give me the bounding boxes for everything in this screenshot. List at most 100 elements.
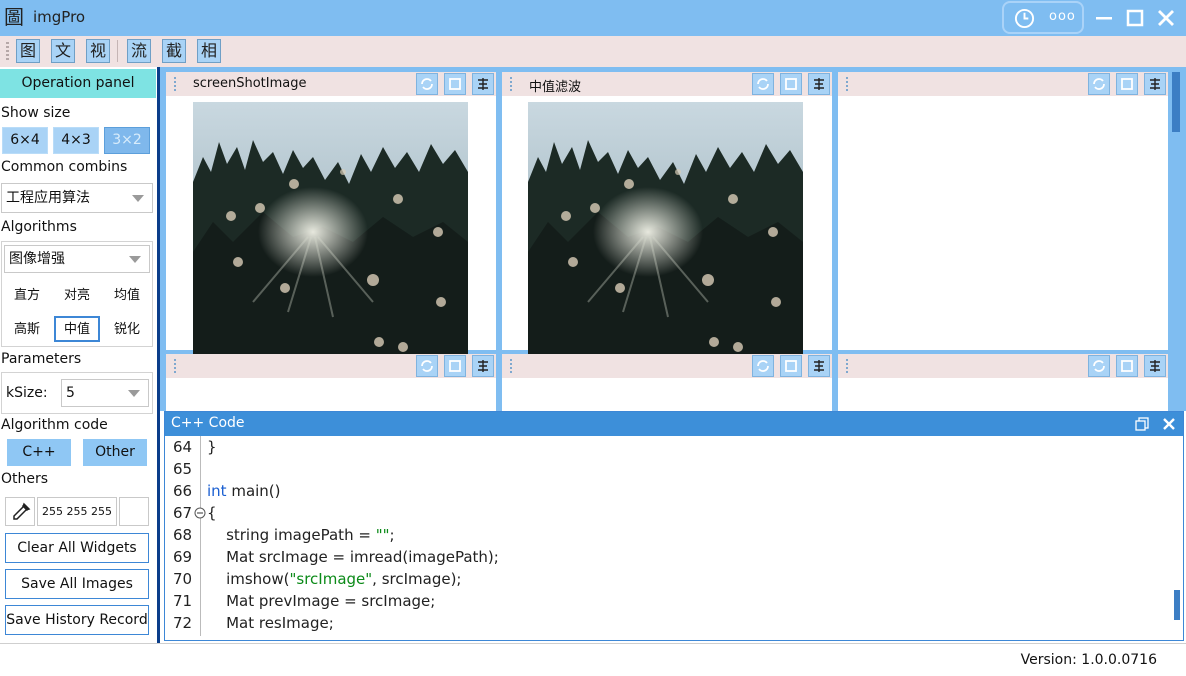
save-all-images-button[interactable]: Save All Images [5,569,149,599]
ksize-value: 5 [66,385,75,401]
minimize-icon[interactable] [1093,7,1115,29]
tool-text-button[interactable]: 文 [51,39,75,63]
line-text: string imagePath = ""; [207,526,395,544]
clear-all-widgets-button[interactable]: Clear All Widgets [5,533,149,563]
grid-scrollbar[interactable] [1172,72,1180,132]
cell-title: 中值滤波 [529,80,582,95]
toolbar-divider [117,40,118,62]
algo-median-button[interactable]: 中值 [54,316,100,342]
cpp-code-button[interactable]: C++ [7,439,71,466]
line-text: { [207,504,217,522]
close-icon[interactable] [1155,7,1177,29]
filter-icon[interactable] [808,73,830,95]
image-cell-6[interactable] [838,354,1168,411]
filter-icon[interactable] [472,355,494,377]
app-title: imgPro [33,8,86,26]
image-cell-4[interactable] [166,354,496,411]
image-cell-2[interactable]: 中值滤波 [502,72,832,355]
line-text: int main() [207,482,281,500]
code-scrollbar[interactable] [1174,590,1180,620]
code-panel-title: C++ Code [171,415,245,431]
filter-icon[interactable] [808,355,830,377]
refresh-icon[interactable] [1088,355,1110,377]
code-editor[interactable]: 64 } 65 66 int main() 67 { 68 string ima… [165,436,1173,636]
more-icon: ooo [1049,9,1076,24]
image-cell-3[interactable] [838,72,1168,350]
refresh-icon[interactable] [752,355,774,377]
refresh-icon[interactable] [416,355,438,377]
ksize-label: kSize: [6,385,48,401]
image-cell-1[interactable]: screenShotImage [166,72,496,355]
drag-handle[interactable] [174,359,176,373]
tool-flow-button[interactable]: 流 [127,39,151,63]
algorithms-label: Algorithms [1,219,77,235]
line-number: 66 [173,482,193,500]
tool-image-button[interactable]: 图 [16,39,40,63]
history-button[interactable]: ooo [1002,1,1084,34]
drag-handle[interactable] [846,77,848,91]
fullscreen-icon[interactable] [780,73,802,95]
cell-header: screenShotImage [166,72,496,96]
drag-handle[interactable] [510,359,512,373]
drag-handle[interactable] [846,359,848,373]
drag-handle[interactable] [510,77,512,91]
status-bar: Version: 1.0.0.0716 [0,643,1186,676]
fold-collapse-icon[interactable] [194,507,206,519]
filter-icon[interactable] [472,73,494,95]
app-logo-icon: 圖 [4,5,24,29]
line-number: 70 [173,570,193,588]
cell-header [502,354,832,378]
fullscreen-icon[interactable] [1116,73,1138,95]
size-3x2-button[interactable]: 3×2 [104,127,150,154]
other-code-button[interactable]: Other [83,439,147,466]
line-number: 72 [173,614,193,632]
tool-screenshot-button[interactable]: 截 [162,39,186,63]
algorithms-select[interactable]: 图像增强 [4,245,150,273]
chevron-down-icon [132,195,144,202]
algo-contrast-button[interactable]: 对亮 [54,284,100,310]
code-line: 68 string imagePath = ""; [165,524,1165,546]
color-value-field[interactable]: 255 255 255 [37,497,117,526]
code-line: 67 { [165,502,1165,524]
operation-panel: Operation panel Show size 6×4 4×3 3×2 Co… [0,67,157,641]
save-history-record-button[interactable]: Save History Record [5,605,149,635]
algo-sharpen-button[interactable]: 锐化 [104,318,150,344]
others-label: Others [1,471,49,487]
color-picker-button[interactable] [5,497,35,526]
median-filtered-image [528,102,803,355]
code-line: 71 Mat prevImage = srcImage; [165,590,1165,612]
common-combins-select[interactable]: 工程应用算法 [1,183,153,213]
algorithm-code-label: Algorithm code [1,417,108,433]
algo-histogram-button[interactable]: 直方 [4,284,50,310]
maximize-icon[interactable] [1124,7,1146,29]
drag-handle[interactable] [174,77,176,91]
image-cell-5[interactable] [502,354,832,411]
algo-mean-button[interactable]: 均值 [104,284,150,310]
show-size-label: Show size [1,105,71,121]
refresh-icon[interactable] [752,73,774,95]
line-number: 71 [173,592,193,610]
chevron-down-icon [128,390,140,397]
code-line: 69 Mat srcImage = imread(imagePath); [165,546,1165,568]
refresh-icon[interactable] [1088,73,1110,95]
filter-icon[interactable] [1144,73,1166,95]
refresh-icon[interactable] [416,73,438,95]
line-text: Mat srcImage = imread(imagePath); [207,548,499,566]
line-text: } [207,438,217,456]
fullscreen-icon[interactable] [444,73,466,95]
color-swatch[interactable] [119,497,149,526]
fullscreen-icon[interactable] [780,355,802,377]
ksize-select[interactable]: 5 [61,379,149,407]
fullscreen-icon[interactable] [444,355,466,377]
fullscreen-icon[interactable] [1116,355,1138,377]
tool-video-button[interactable]: 视 [86,39,110,63]
size-4x3-button[interactable]: 4×3 [53,127,99,154]
copy-icon[interactable] [1135,417,1149,431]
close-icon[interactable] [1162,417,1176,431]
size-6x4-button[interactable]: 6×4 [2,127,48,154]
algo-gaussian-button[interactable]: 高斯 [4,318,50,344]
tool-camera-button[interactable]: 相 [197,39,221,63]
filter-icon[interactable] [1144,355,1166,377]
toolbar-grip[interactable] [6,42,9,60]
line-text: Mat resImage; [207,614,334,632]
